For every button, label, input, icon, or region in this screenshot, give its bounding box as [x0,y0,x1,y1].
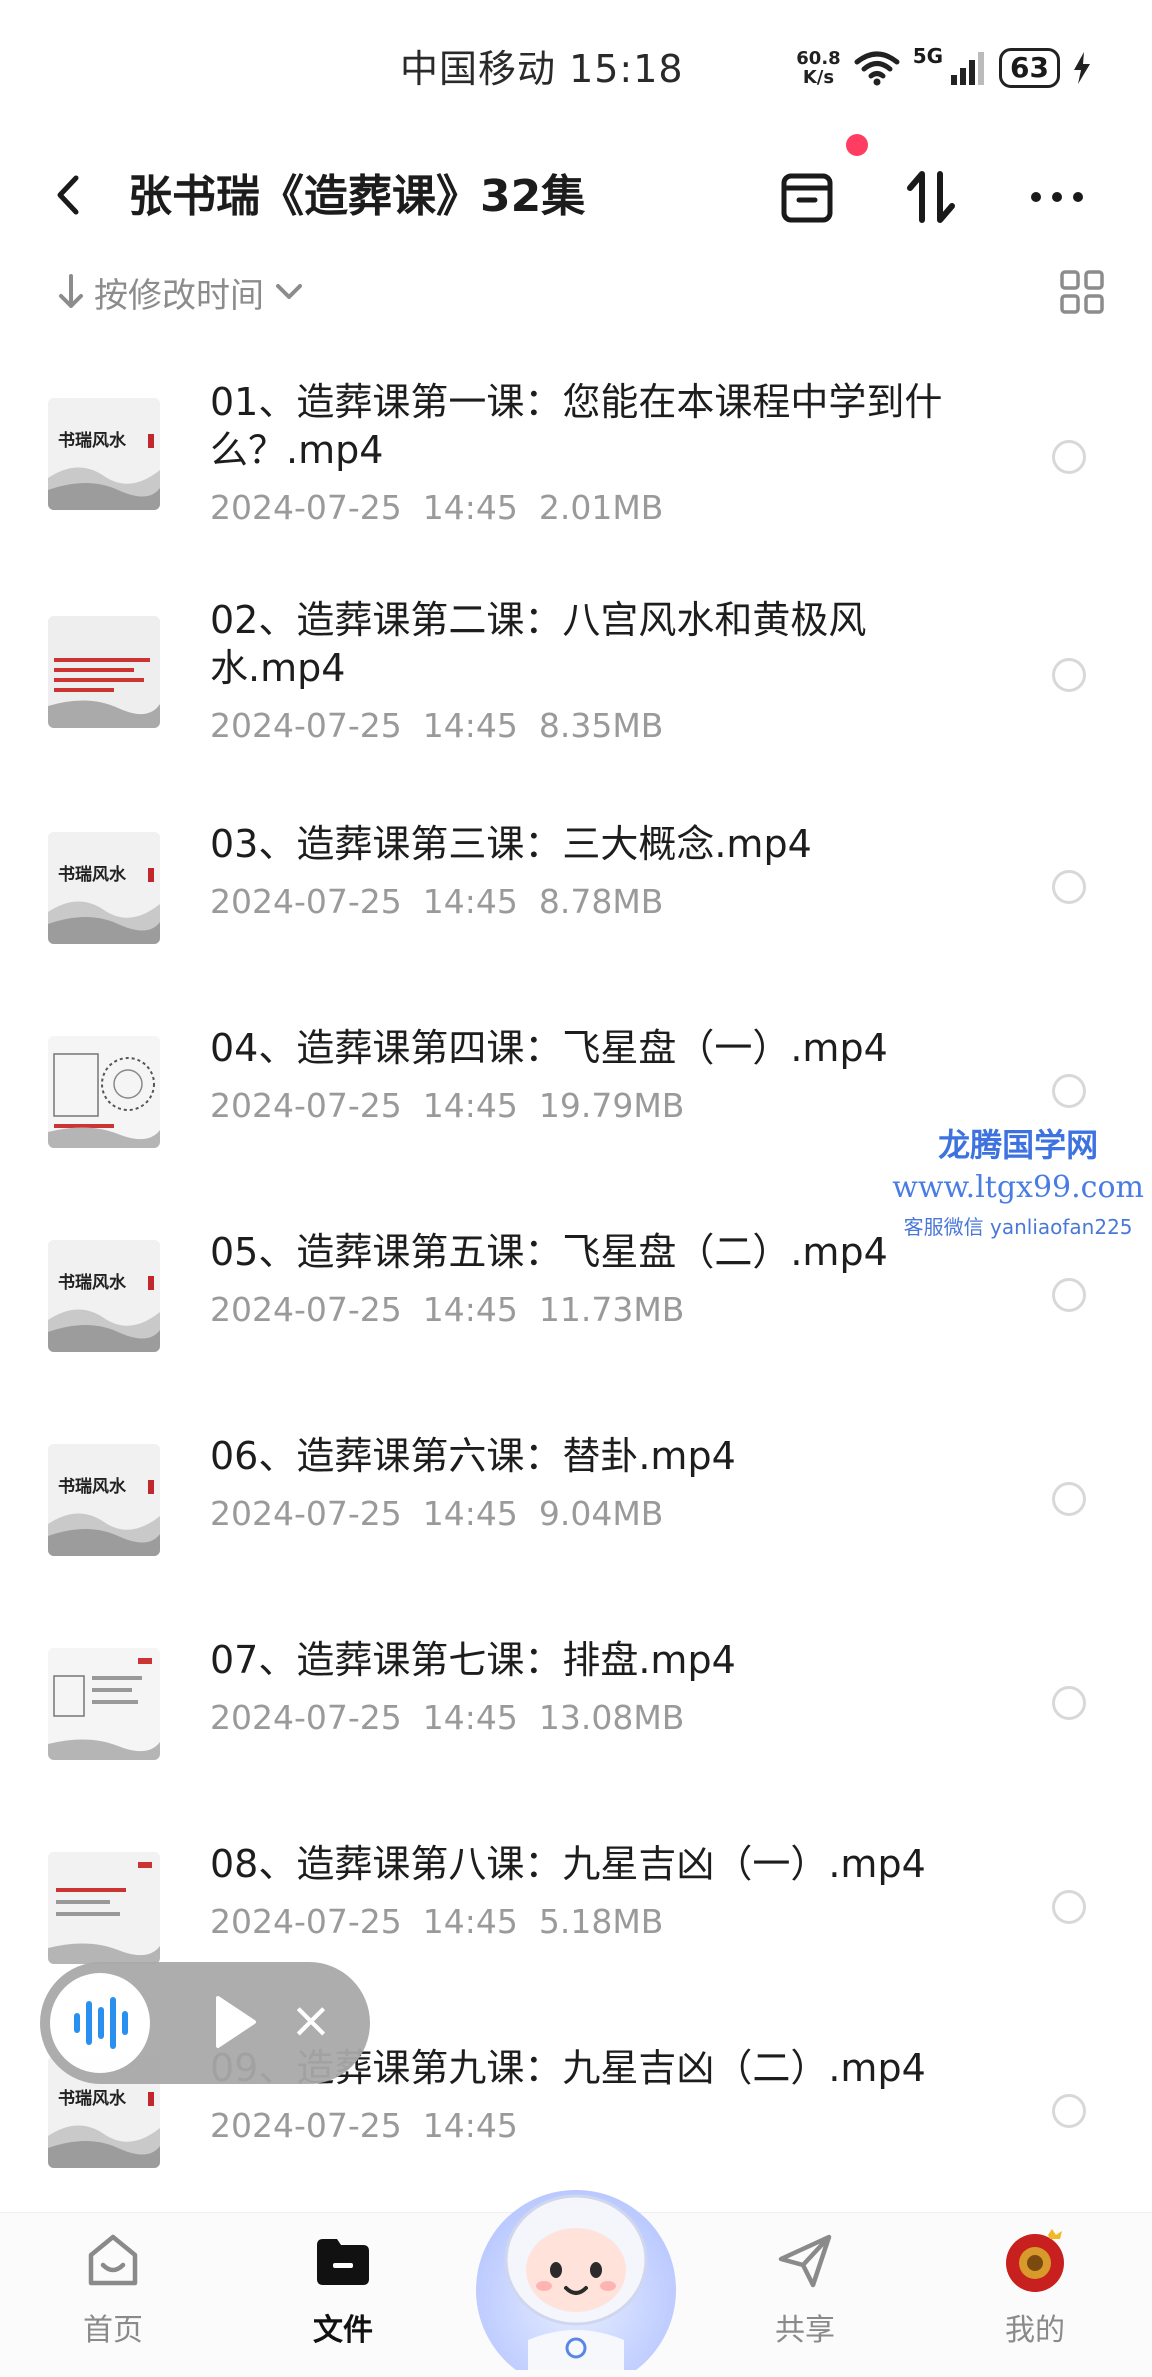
select-radio[interactable] [1052,440,1086,474]
select-radio[interactable] [1052,870,1086,904]
file-meta: 2024-07-25 14:45 2.01MB [210,488,664,527]
more-icon[interactable] [1022,162,1092,232]
file-meta: 2024-07-25 14:45 5.18MB [210,1902,664,1941]
select-radio[interactable] [1052,1890,1086,1924]
header: 张书瑞《造葬课》32集 [0,150,1152,240]
notification-dot [846,134,868,156]
charging-icon [1074,52,1090,84]
network-type: 5G [912,44,944,68]
folder-icon [317,2239,369,2285]
tab-files[interactable]: 文件 [278,2229,408,2349]
transfer-box-icon[interactable] [772,162,842,232]
select-radio[interactable] [1052,658,1086,692]
video-thumbnail [48,616,160,728]
file-meta: 2024-07-25 14:45 19.79MB [210,1086,685,1125]
svg-text:书瑞风水: 书瑞风水 [58,2088,127,2109]
file-name: 04、造葬课第四课：飞星盘（一）.mp4 [210,1026,888,1070]
back-icon[interactable] [48,170,88,220]
file-name: 08、造葬课第八课：九星吉凶（一）.mp4 [210,1842,926,1886]
status-icons: 60.8 K/s 5G 63 [796,38,1092,98]
tab-mine[interactable]: 我的 [970,2229,1100,2349]
select-radio[interactable] [1052,2094,1086,2128]
select-radio[interactable] [1052,1074,1086,1108]
audio-wave-icon [74,1997,128,2049]
paper-plane-icon [778,2234,832,2288]
file-name: 03、造葬课第三课：三大概念.mp4 [210,822,812,866]
file-meta: 2024-07-25 14:45 8.35MB [210,706,664,745]
arrow-down-icon [59,274,83,308]
file-name: 02、造葬课第二课：八宫风水和黄极风水.mp4 [210,598,867,690]
select-radio[interactable] [1052,1278,1086,1312]
tab-files-label: 文件 [313,2313,373,2348]
tab-home-label: 首页 [83,2313,143,2348]
file-meta: 2024-07-25 14:45 13.08MB [210,1698,685,1737]
close-icon[interactable]: × [290,1990,332,2050]
floating-player[interactable]: × [40,1962,370,2084]
mascot-assistant-icon[interactable] [466,2140,686,2370]
tab-share[interactable]: 共享 [740,2229,870,2349]
video-thumbnail: 书瑞风水 [48,1444,160,1556]
tab-mine-label: 我的 [1005,2313,1065,2348]
video-thumbnail [48,1648,160,1760]
grid-view-icon[interactable] [1058,268,1106,316]
video-thumbnail: 书瑞风水 [48,832,160,944]
video-thumbnail [48,1036,160,1148]
play-icon[interactable] [210,1992,260,2052]
sort-selector[interactable]: 按修改时间 [56,262,306,322]
status-bar: 中国移动 15:18 60.8 K/s 5G 63 [0,0,1152,130]
svg-text:书瑞风水: 书瑞风水 [58,1476,127,1497]
tab-share-label: 共享 [775,2313,835,2348]
video-thumbnail: 书瑞风水 [48,398,160,510]
file-name: 01、造葬课第一课：您能在本课程中学到什么？.mp4 [210,380,943,472]
tab-home[interactable]: 首页 [48,2229,178,2349]
avatar [1006,2229,1064,2292]
select-radio[interactable] [1052,1686,1086,1720]
sort-arrows-icon[interactable] [896,162,966,232]
select-radio[interactable] [1052,1482,1086,1516]
file-name: 07、造葬课第七课：排盘.mp4 [210,1638,736,1682]
file-meta: 2024-07-25 14:45 11.73MB [210,1290,685,1329]
page-title: 张书瑞《造葬课》32集 [128,171,586,222]
video-thumbnail: 书瑞风水 [48,1240,160,1352]
home-icon [88,2234,138,2286]
svg-text:书瑞风水: 书瑞风水 [58,430,127,451]
file-name: 06、造葬课第六课：替卦.mp4 [210,1434,736,1478]
signal-icon [951,52,985,85]
wifi-icon [854,51,900,86]
file-meta: 2024-07-25 14:45 9.04MB [210,1494,664,1533]
chevron-down-icon [276,284,302,299]
file-name: 05、造葬课第五课：飞星盘（二）.mp4 [210,1230,888,1274]
watermark: 龙腾国学网 www.ltgx99.com 客服微信 yanliaofan225 [892,1126,1144,1239]
video-thumbnail [48,1852,160,1964]
svg-text:书瑞风水: 书瑞风水 [58,864,127,885]
file-meta: 2024-07-25 14:45 8.78MB [210,882,664,921]
carrier-time: 中国移动 15:18 [400,47,684,91]
network-speed: 60.8 K/s [796,48,841,88]
svg-text:书瑞风水: 书瑞风水 [58,1272,127,1293]
battery-indicator: 63 [999,48,1060,88]
audio-wave-button[interactable] [50,1973,150,2073]
sort-label: 按修改时间 [94,275,264,316]
